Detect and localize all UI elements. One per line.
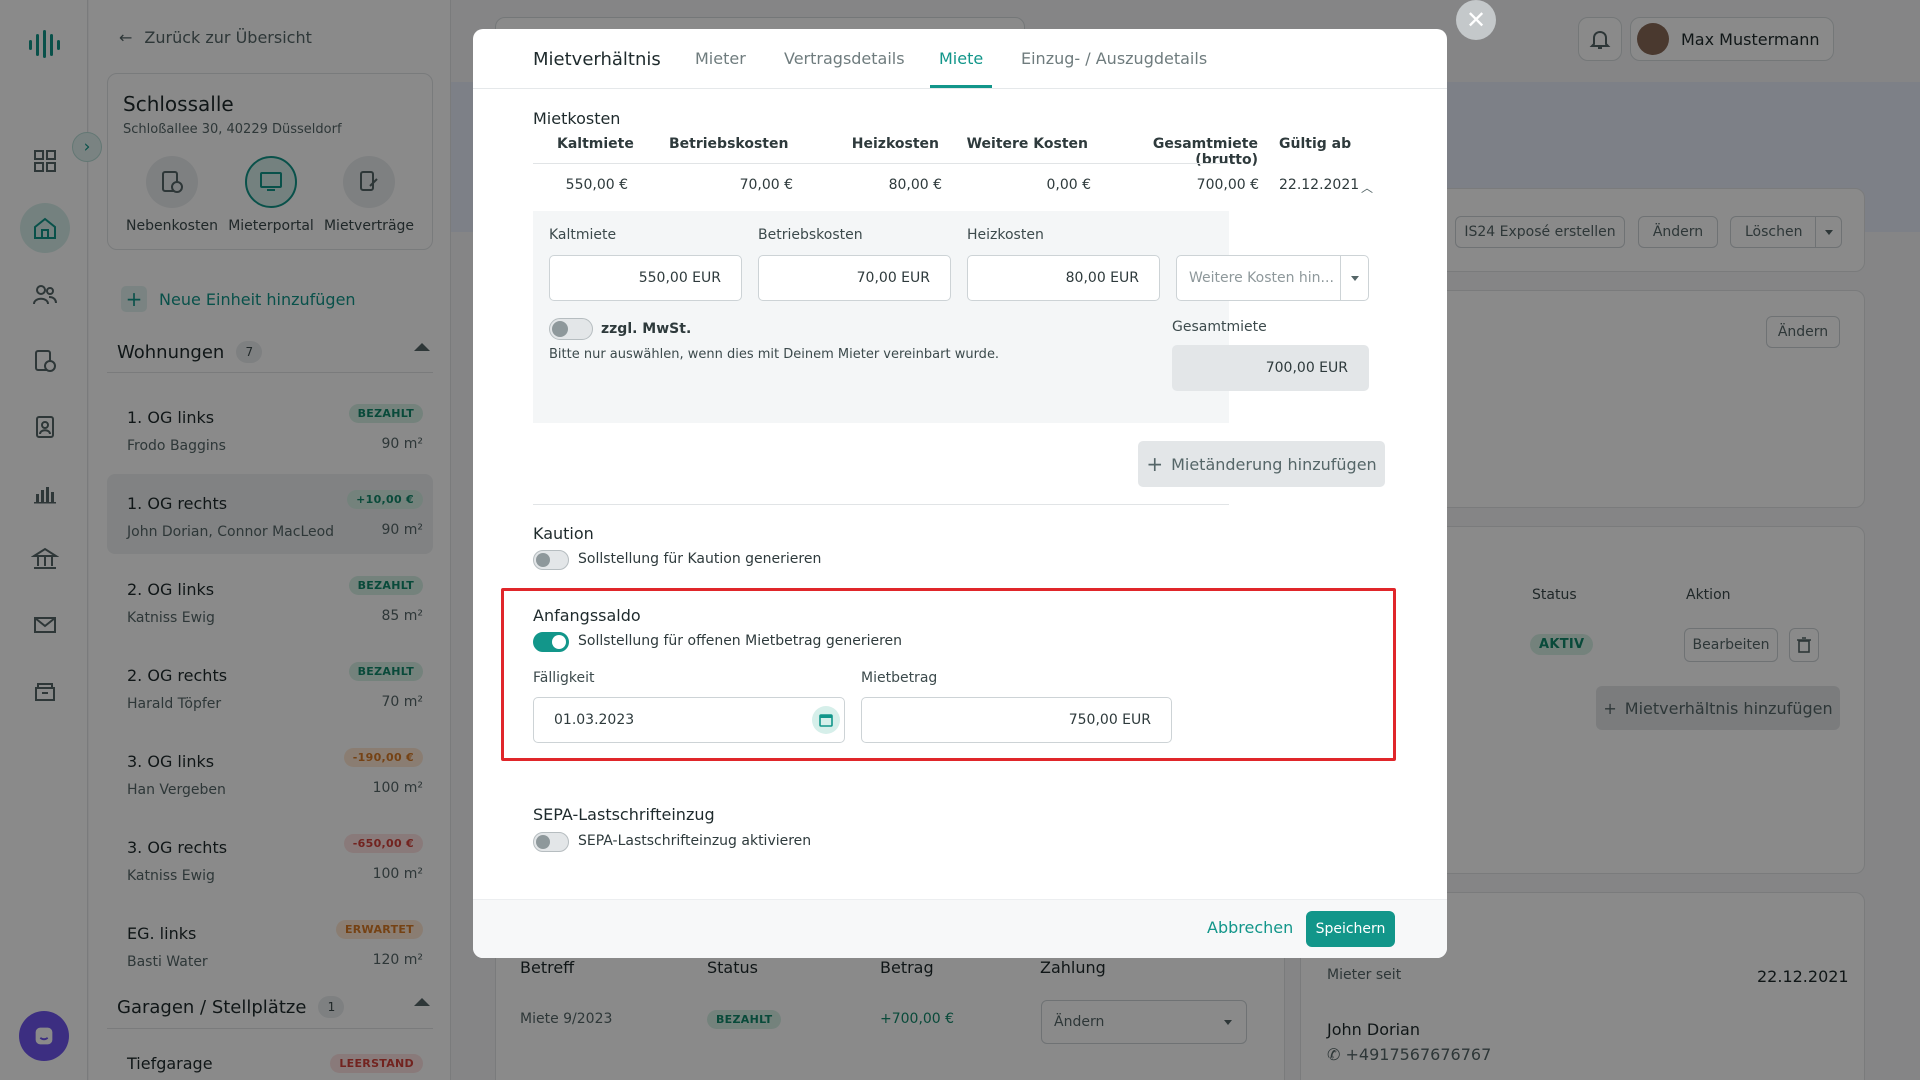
label-heizkosten: Heizkosten	[967, 227, 1044, 243]
plus-icon: +	[1146, 452, 1164, 476]
chevron-down-icon	[1340, 256, 1368, 300]
label-kaltmiete: Kaltmiete	[549, 227, 617, 243]
sepa-heading: SEPA-Lastschrifteinzug	[533, 805, 715, 824]
cold-rent-input[interactable]: 550,00 EUR	[549, 255, 742, 301]
header-kaltmiete: Kaltmiete	[557, 136, 634, 152]
cell-gueltig-ab: 22.12.2021	[1279, 177, 1360, 193]
cell-heizkosten: 80,00 €	[888, 177, 942, 193]
modal-title: Mietverhältnis	[533, 49, 661, 70]
total-rent-field: 700,00 EUR	[1172, 345, 1369, 391]
tab-vertragsdetails[interactable]: Vertragsdetails	[784, 49, 905, 68]
label-gesamtmiete: Gesamtmiete	[1172, 319, 1267, 335]
deposit-toggle[interactable]	[533, 550, 569, 570]
tab-mieter[interactable]: Mieter	[695, 49, 746, 68]
tenancy-modal: Mietverhältnis Mieter Vertragsdetails Mi…	[473, 29, 1447, 958]
vat-hint: Bitte nur auswählen, wenn dies mit Deine…	[549, 347, 1000, 362]
vat-toggle[interactable]	[549, 318, 593, 340]
cell-gesamtmiete: 700,00 €	[1196, 177, 1259, 193]
header-weitere-kosten: Weitere Kosten	[966, 136, 1088, 152]
label-betriebskosten: Betriebskosten	[758, 227, 863, 243]
sepa-toggle-label: SEPA-Lastschrifteinzug aktivieren	[578, 833, 812, 849]
sepa-toggle[interactable]	[533, 832, 569, 852]
cell-weitere-kosten: 0,00 €	[1046, 177, 1091, 193]
operating-costs-input[interactable]: 70,00 EUR	[758, 255, 951, 301]
highlight-box	[501, 588, 1396, 761]
rent-edit-panel: Kaltmiete 550,00 EUR Betriebskosten 70,0…	[533, 211, 1369, 423]
more-costs-select[interactable]: Weitere Kosten hin...	[1176, 255, 1369, 301]
modal-footer: Abbrechen Speichern	[473, 899, 1447, 958]
tab-einzug-auszug[interactable]: Einzug- / Auszugdetails	[1021, 49, 1207, 68]
deposit-toggle-label: Sollstellung für Kaution generieren	[578, 551, 822, 567]
divider	[533, 163, 1229, 164]
tab-miete[interactable]: Miete	[939, 49, 983, 68]
rent-costs-heading: Mietkosten	[533, 109, 621, 128]
chevron-up-icon[interactable]: ︿	[1360, 180, 1374, 195]
modal-content: Mietkosten Kaltmiete Betriebskosten Heiz…	[473, 89, 1447, 899]
vat-label: zzgl. MwSt.	[601, 321, 692, 337]
cancel-button[interactable]: Abbrechen	[1207, 918, 1293, 937]
save-button[interactable]: Speichern	[1306, 911, 1395, 947]
cell-kaltmiete: 550,00 €	[565, 177, 628, 193]
modal-tabs: Mietverhältnis Mieter Vertragsdetails Mi…	[473, 29, 1447, 89]
header-gueltig-ab: Gültig ab	[1279, 136, 1352, 152]
header-heizkosten: Heizkosten	[851, 136, 939, 152]
close-icon[interactable]: ✕	[1456, 0, 1496, 40]
header-betriebskosten: Betriebskosten	[669, 136, 789, 152]
divider	[533, 504, 1229, 505]
add-rent-change-button[interactable]: + Mietänderung hinzufügen	[1138, 441, 1385, 487]
active-tab-indicator	[930, 85, 992, 88]
cell-betriebskosten: 70,00 €	[739, 177, 793, 193]
heating-costs-input[interactable]: 80,00 EUR	[967, 255, 1160, 301]
deposit-heading: Kaution	[533, 524, 594, 543]
